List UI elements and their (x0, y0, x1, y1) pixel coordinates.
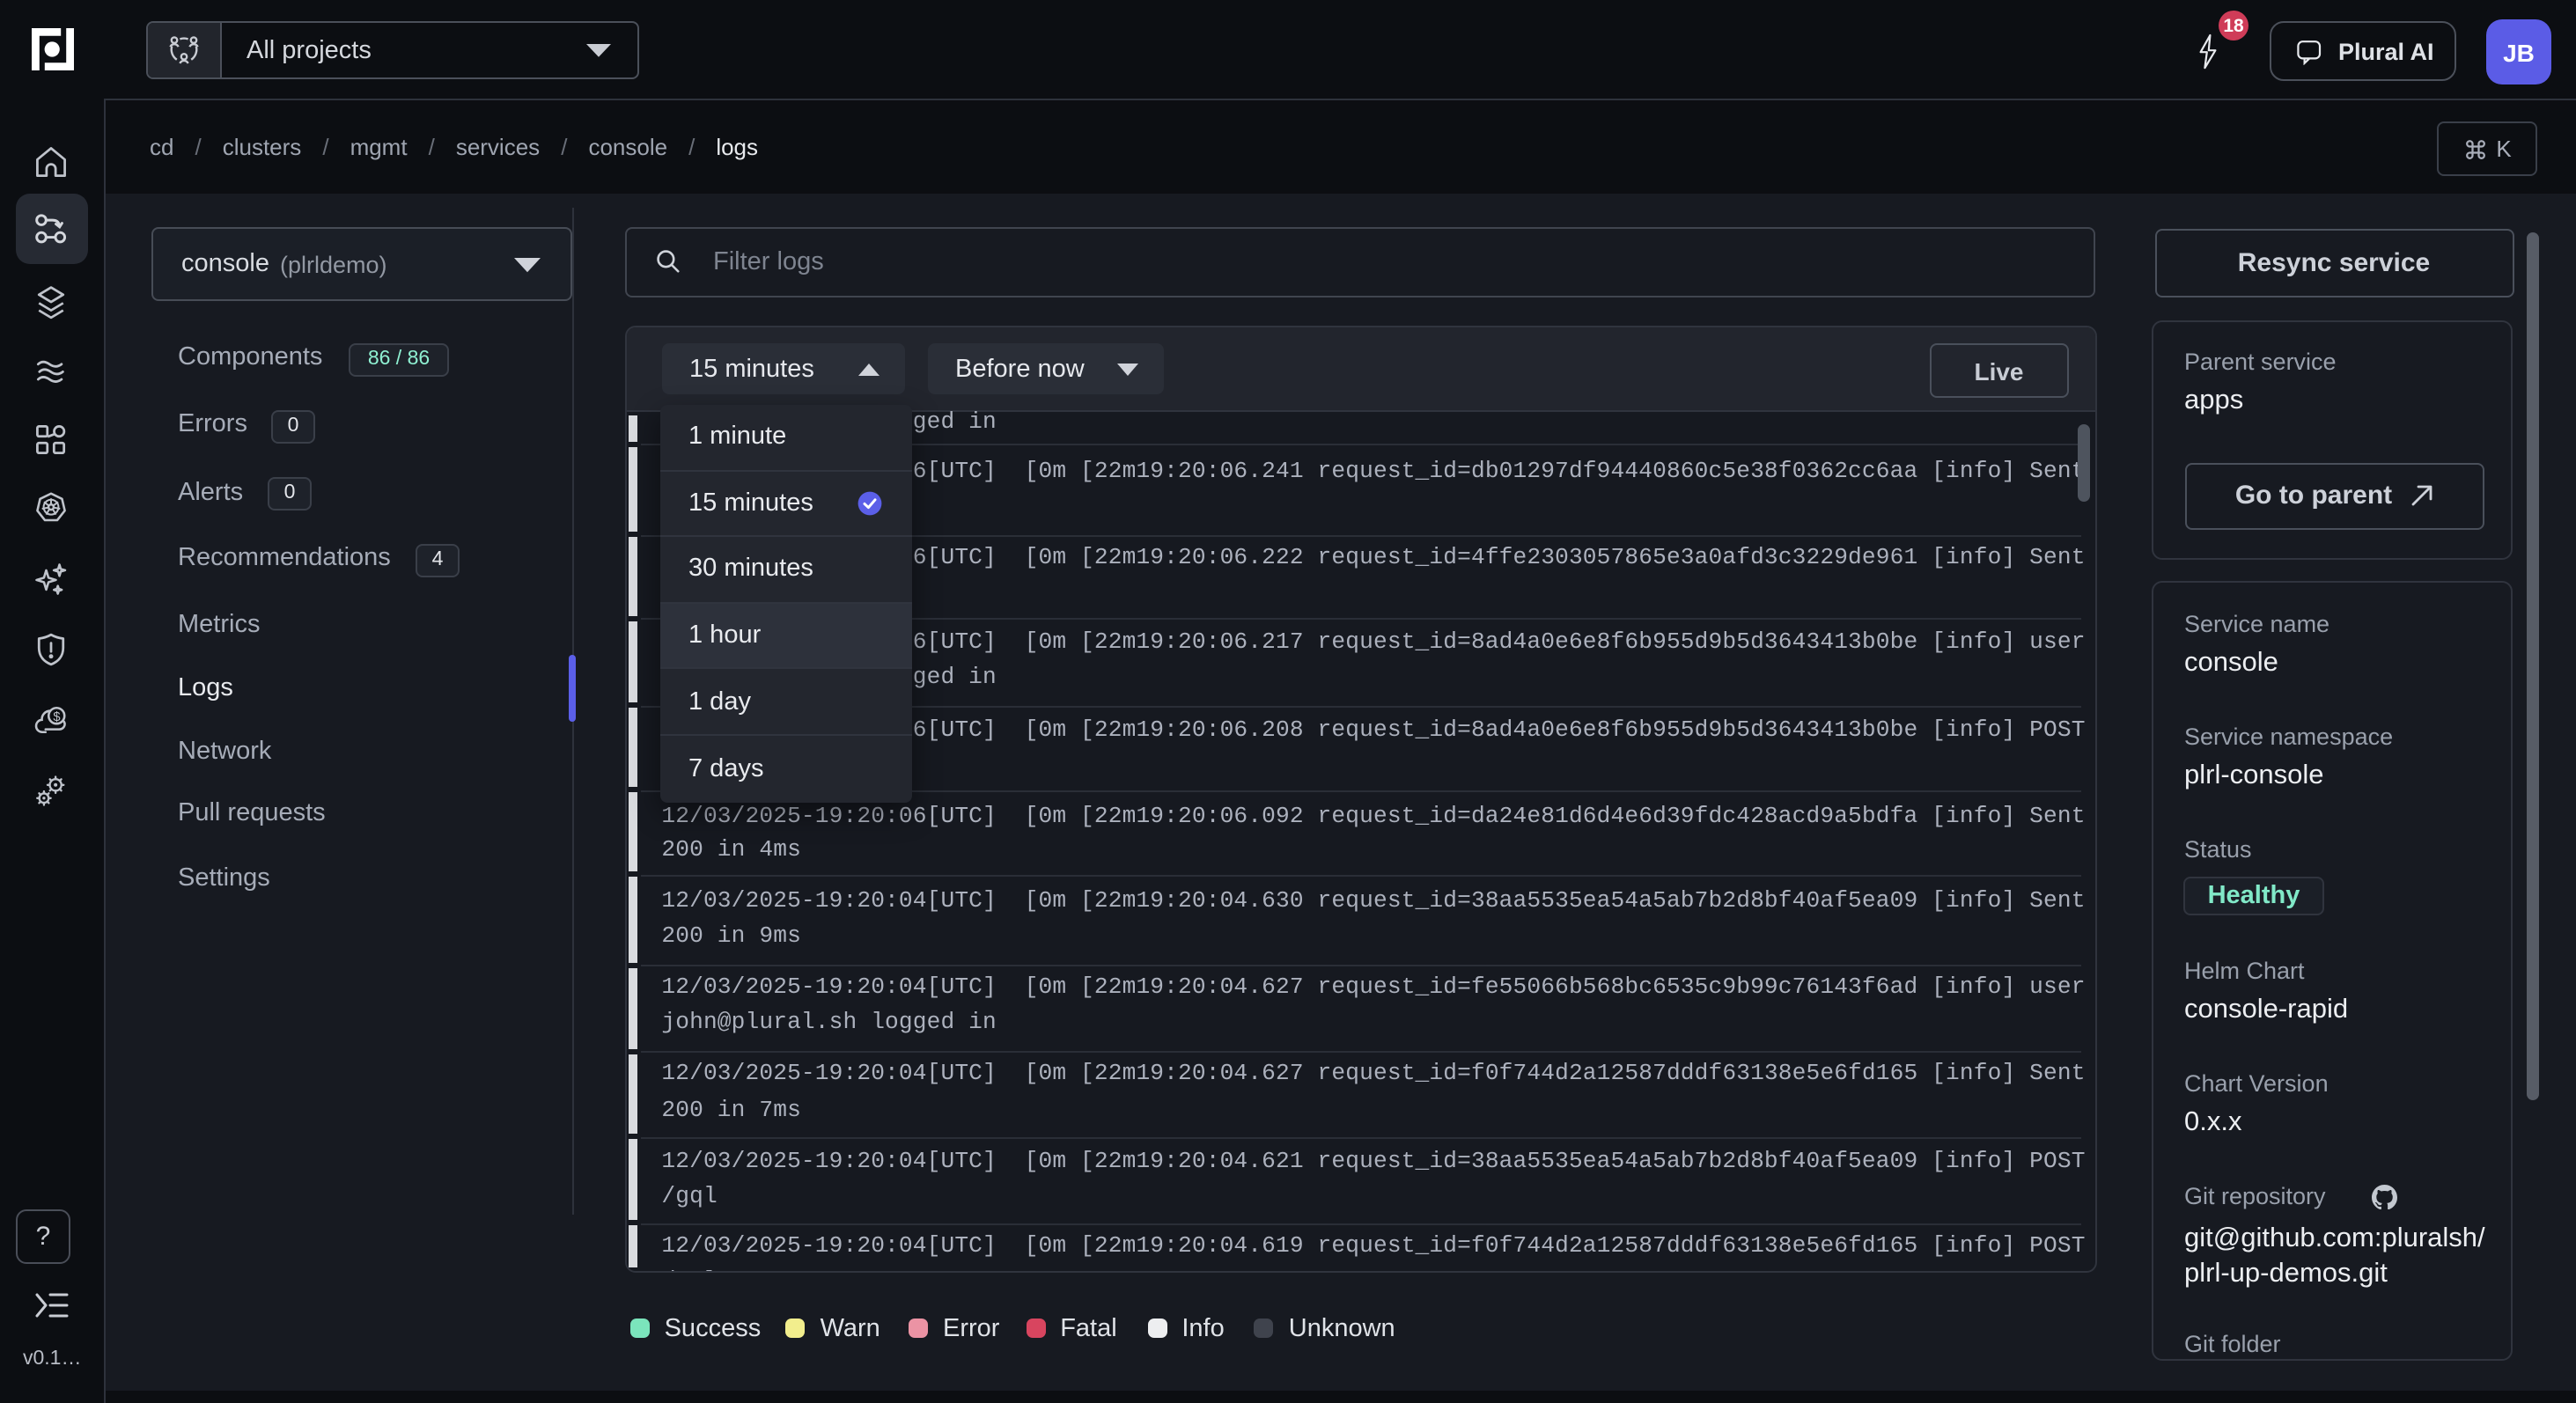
svg-text:$: $ (53, 710, 60, 724)
